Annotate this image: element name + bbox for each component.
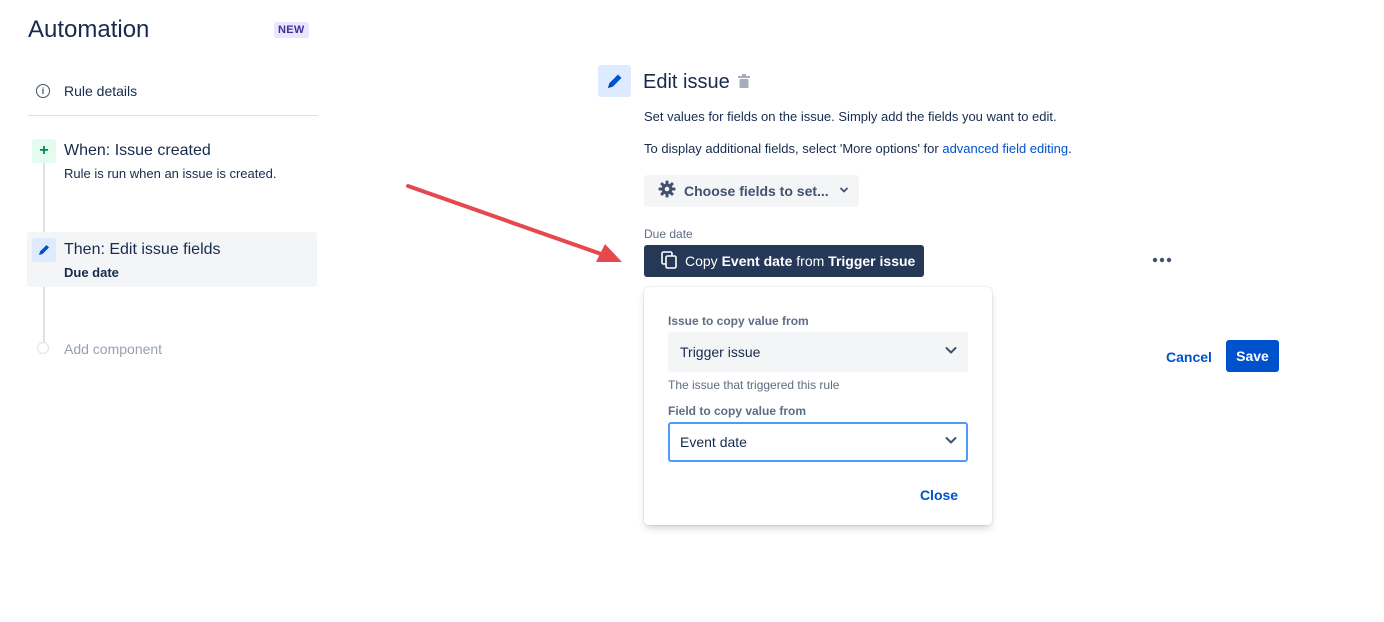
more-options-icon[interactable]: [1150, 250, 1174, 270]
chevron-down-icon: [839, 182, 849, 200]
field-source-value: Event date: [680, 434, 747, 450]
save-button[interactable]: Save: [1226, 340, 1279, 372]
copy-field-name: Event date: [721, 253, 793, 269]
edit-description: Set values for fields on the issue. Simp…: [644, 109, 1057, 124]
close-button[interactable]: Close: [913, 484, 965, 506]
field-label: Due date: [644, 227, 693, 241]
field-source-label: Field to copy value from: [668, 404, 807, 418]
action-title: Then: Edit issue fields: [64, 241, 221, 258]
new-badge: NEW: [274, 22, 309, 38]
edit-issue-icon: [598, 65, 631, 97]
copy-value-label: Copy Event date from Trigger issue: [685, 253, 915, 269]
more-options-text: To display additional fields, select 'Mo…: [644, 141, 1072, 156]
more-options-suffix: .: [1068, 141, 1072, 156]
trigger-description: Rule is run when an issue is created.: [64, 166, 277, 181]
add-component-dot: [37, 342, 49, 354]
issue-source-value: Trigger issue: [680, 344, 761, 360]
gear-icon: [658, 180, 676, 203]
advanced-field-editing-link[interactable]: advanced field editing: [942, 141, 1068, 156]
choose-fields-button[interactable]: Choose fields to set...: [644, 175, 859, 207]
more-options-prefix: To display additional fields, select 'Mo…: [644, 141, 943, 156]
choose-fields-label: Choose fields to set...: [684, 183, 829, 199]
field-source-select[interactable]: Event date: [668, 422, 968, 462]
info-icon: i: [36, 84, 50, 98]
trash-icon[interactable]: [738, 74, 750, 93]
chevron-down-icon: [944, 343, 958, 362]
issue-source-select[interactable]: Trigger issue: [668, 332, 968, 372]
chevron-down-icon: [944, 433, 958, 452]
plus-icon: +: [32, 139, 56, 163]
copy-value-button[interactable]: Copy Event date from Trigger issue: [644, 245, 924, 277]
issue-source-label: Issue to copy value from: [668, 314, 809, 328]
issue-source-help: The issue that triggered this rule: [668, 378, 840, 392]
add-component-button[interactable]: Add component: [64, 341, 162, 357]
copy-middle: from: [792, 253, 829, 269]
annotation-arrow: [406, 184, 622, 262]
rule-details-label: Rule details: [64, 83, 138, 99]
copy-icon: [661, 250, 677, 272]
copy-source-name: Trigger issue: [828, 253, 916, 269]
copy-prefix: Copy: [685, 253, 722, 269]
trigger-title[interactable]: When: Issue created: [64, 142, 211, 160]
divider: [28, 115, 318, 116]
action-subtitle: Due date: [64, 265, 119, 280]
app-title: Automation: [28, 16, 150, 43]
rule-details-link[interactable]: i Rule details: [28, 80, 318, 102]
pencil-icon: [32, 238, 56, 262]
page-title: Edit issue: [643, 71, 730, 93]
cancel-button[interactable]: Cancel: [1161, 341, 1217, 372]
